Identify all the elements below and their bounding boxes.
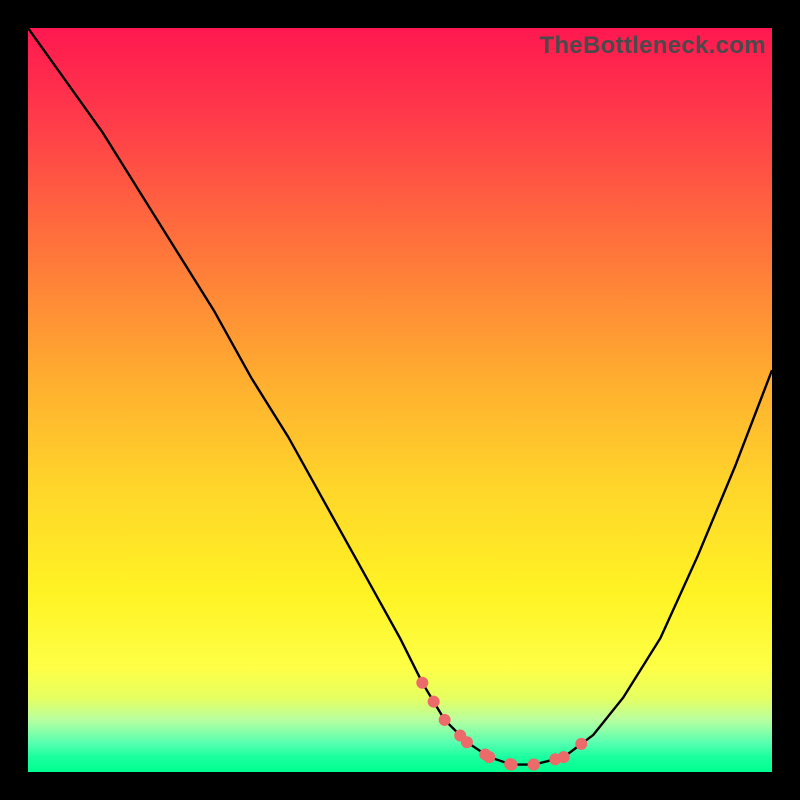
chart-frame: TheBottleneck.com [0,0,800,800]
plot-area: TheBottleneck.com [28,28,772,772]
bottleneck-curve [28,28,772,772]
